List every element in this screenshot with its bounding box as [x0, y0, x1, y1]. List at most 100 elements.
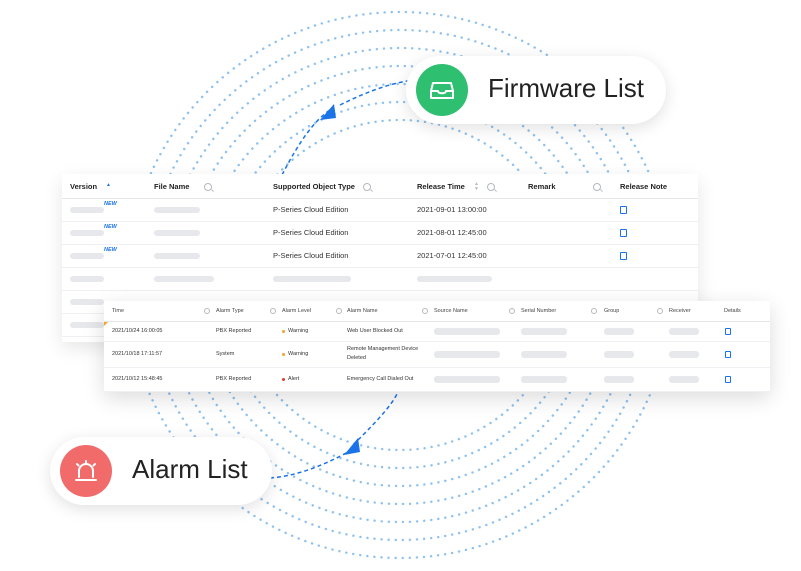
version-placeholder [70, 298, 104, 305]
new-badge: NEW [104, 201, 117, 207]
serial-number-placeholder [521, 375, 567, 383]
alarm-table-header: Time Alarm Type Alarm Level Alarm Name S… [104, 301, 770, 322]
warning-dot [282, 329, 285, 333]
table-row[interactable]: 2021/10/12 15:48:45 PBX Reported Alert E… [104, 367, 770, 392]
table-row[interactable]: NEW P-Series Cloud Edition 2021-08-01 12… [62, 221, 698, 245]
arrowhead-alarm [344, 438, 360, 455]
arrowhead-firmware [320, 104, 336, 120]
release-time: 2021-07-01 12:45:00 [417, 251, 487, 260]
alarm-name: Emergency Call Dialed Out [347, 376, 414, 382]
table-row[interactable]: 2021/10/18 17:11:57 System Warning Remot… [104, 341, 770, 368]
header-alarm-level: Alarm Level [282, 308, 312, 314]
source-name-placeholder [434, 327, 500, 335]
alarm-time: 2021/10/24 16:00:05 [112, 328, 163, 334]
alert-dot [282, 377, 285, 381]
alarm-type: PBX Reported [216, 376, 252, 382]
alarm-level: Warning [288, 351, 309, 357]
search-icon[interactable] [591, 308, 597, 314]
supported-object-type: P-Series Cloud Edition [273, 251, 349, 260]
header-source-name: Source Name [434, 308, 468, 314]
header-alarm-type: Alarm Type [216, 308, 244, 314]
header-alarm-name: Alarm Name [347, 308, 378, 314]
alarm-time: 2021/10/18 17:11:57 [112, 351, 163, 357]
group-placeholder [604, 350, 634, 358]
release-note-icon[interactable] [620, 206, 627, 214]
alarm-type: PBX Reported [216, 328, 252, 334]
file-name-placeholder [154, 206, 200, 213]
header-remark: Remark [528, 181, 556, 191]
group-placeholder [604, 375, 634, 383]
header-file-name: File Name [154, 181, 190, 191]
search-icon[interactable] [270, 308, 276, 314]
search-icon[interactable] [363, 183, 371, 191]
alarm-name: Web User Blocked Out [347, 328, 403, 334]
release-note-icon[interactable] [620, 229, 627, 237]
receiver-placeholder [669, 350, 699, 358]
header-time: Time [112, 308, 125, 314]
inbox-tray-icon [416, 64, 468, 116]
version-placeholder [70, 321, 104, 328]
search-icon[interactable] [422, 308, 428, 314]
file-name-placeholder [154, 275, 214, 282]
alarm-list-label: Alarm List [132, 454, 248, 484]
header-release-time: Release Time [417, 181, 465, 191]
serial-number-placeholder [521, 350, 567, 358]
details-icon[interactable] [725, 376, 731, 383]
supported-placeholder [273, 275, 351, 282]
search-icon[interactable] [204, 183, 212, 191]
header-version[interactable]: Version [70, 174, 97, 198]
new-badge: NEW [104, 224, 117, 230]
supported-object-type: P-Series Cloud Edition [273, 205, 349, 214]
header-release-note: Release Note [620, 181, 668, 191]
header-supported-object-type: Supported Object Type [273, 181, 355, 191]
search-icon[interactable] [593, 183, 601, 191]
warning-dot [282, 352, 285, 356]
receiver-placeholder [669, 327, 699, 335]
release-note-icon[interactable] [620, 252, 627, 260]
supported-object-type: P-Series Cloud Edition [273, 228, 349, 237]
search-icon[interactable] [487, 183, 495, 191]
alarm-type: System [216, 351, 235, 357]
arrow-path-alarm [357, 391, 399, 441]
alarm-name: Remote Management Device Deleted [347, 341, 418, 367]
alarm-level: Warning [288, 328, 309, 334]
header-group: Group [604, 308, 620, 314]
header-details: Details [724, 308, 741, 314]
alarm-name-line: Remote Management Device [347, 346, 419, 352]
header-serial-number: Serial Number [521, 308, 557, 314]
table-row[interactable] [62, 267, 698, 291]
search-icon[interactable] [509, 308, 515, 314]
search-icon[interactable] [336, 308, 342, 314]
release-time: 2021-08-01 12:45:00 [417, 228, 487, 237]
firmware-table-header: Version ▲ File Name Supported Object Typ… [62, 174, 698, 199]
sort-icon[interactable]: ▲ [106, 183, 111, 188]
version-placeholder [70, 206, 104, 213]
alarm-name-line: Deleted [347, 355, 366, 361]
source-name-placeholder [434, 350, 500, 358]
release-time: 2021-09-01 13:00:00 [417, 205, 487, 214]
release-time-placeholder [417, 275, 492, 282]
source-name-placeholder [434, 375, 500, 383]
version-placeholder [70, 229, 104, 236]
search-icon[interactable] [204, 308, 210, 314]
group-placeholder [604, 327, 634, 335]
file-name-placeholder [154, 229, 200, 236]
header-receiver: Receiver [669, 308, 691, 314]
table-row[interactable]: 2021/10/24 16:00:05 PBX Reported Warning… [104, 321, 770, 342]
file-name-placeholder [154, 252, 200, 259]
version-placeholder [70, 252, 104, 259]
siren-alarm-icon [60, 445, 112, 497]
new-badge: NEW [104, 247, 117, 253]
firmware-list-pill[interactable]: Firmware List [406, 56, 666, 124]
alarm-list-pill[interactable]: Alarm List [50, 437, 272, 505]
table-row[interactable]: NEW P-Series Cloud Edition 2021-09-01 13… [62, 198, 698, 222]
search-icon[interactable] [657, 308, 663, 314]
alarm-table: Time Alarm Type Alarm Level Alarm Name S… [104, 301, 770, 392]
table-row[interactable]: NEW P-Series Cloud Edition 2021-07-01 12… [62, 244, 698, 268]
sort-icon[interactable]: ▲ ▼ [474, 182, 479, 192]
version-placeholder [70, 275, 104, 282]
receiver-placeholder [669, 375, 699, 383]
alarm-time: 2021/10/12 15:48:45 [112, 376, 163, 382]
details-icon[interactable] [725, 351, 731, 358]
details-icon[interactable] [725, 328, 731, 335]
